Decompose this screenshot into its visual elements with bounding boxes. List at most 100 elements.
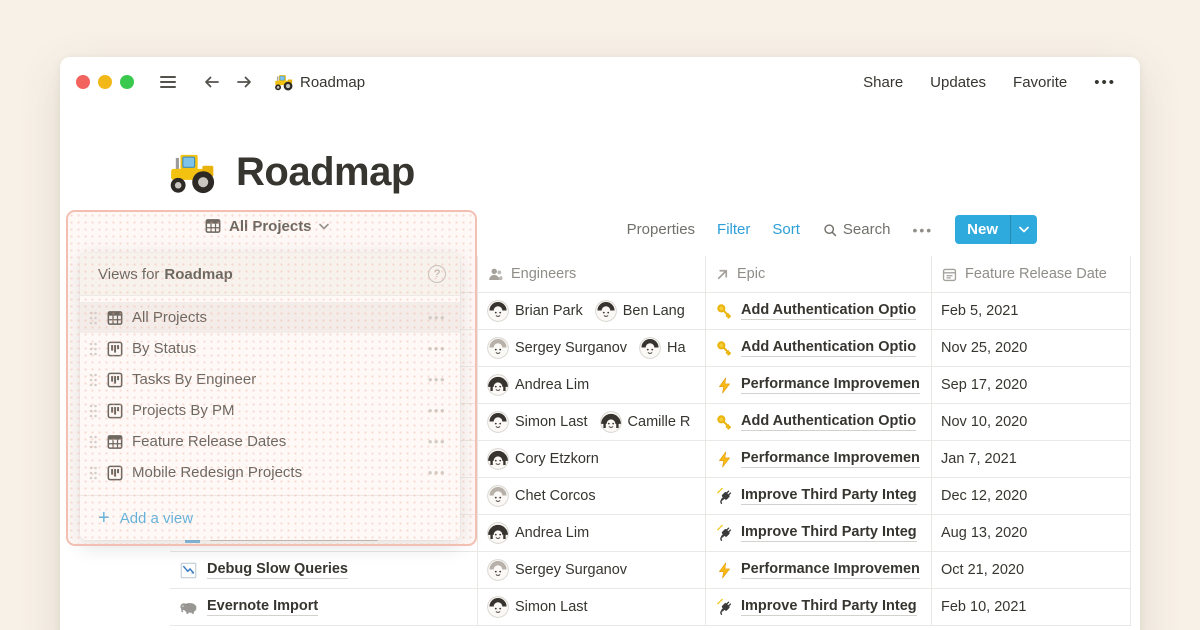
back-button[interactable] — [200, 70, 224, 94]
engineer-chip[interactable]: Cory Etzkorn — [487, 448, 599, 470]
date-cell[interactable]: Sep 17, 2020 — [931, 367, 1131, 403]
epic-cell[interactable]: Improve Third Party Integ — [705, 515, 931, 551]
sort-button[interactable]: Sort — [772, 221, 800, 238]
epic-cell[interactable]: Performance Improvemen — [705, 552, 931, 588]
help-icon[interactable]: ? — [428, 265, 446, 283]
date-cell[interactable]: Dec 12, 2020 — [931, 478, 1131, 514]
view-item-by-status[interactable]: By Status ••• — [80, 333, 460, 364]
new-button-label: New — [955, 215, 1010, 244]
engineer-chip[interactable]: Simon Last — [487, 596, 588, 618]
epic-cell[interactable]: Add Authentication Optio — [705, 330, 931, 366]
view-item-more-button[interactable]: ••• — [428, 465, 446, 480]
engineers-cell[interactable]: Sergey Surganov Ha — [477, 330, 705, 366]
page-link[interactable]: Evernote Import — [179, 598, 318, 617]
view-item-more-button[interactable]: ••• — [428, 372, 446, 387]
epic-cell[interactable]: Add Authentication Optio — [705, 404, 931, 440]
search-button[interactable]: Search — [822, 221, 891, 238]
engineers-cell[interactable]: Cory Etzkorn — [477, 441, 705, 477]
epic-cell[interactable]: Performance Improvemen — [705, 441, 931, 477]
engineer-chip[interactable]: Andrea Lim — [487, 374, 589, 396]
task-name-cell[interactable]: Debug Slow Queries — [170, 552, 477, 588]
epic-link[interactable]: Performance Improvemen — [741, 450, 920, 468]
engineers-cell[interactable]: Simon Last — [477, 589, 705, 625]
engineer-chip[interactable]: Chet Corcos — [487, 485, 596, 507]
page-link[interactable]: Debug Slow Queries — [179, 561, 348, 580]
engineers-cell[interactable]: Chet Corcos — [477, 478, 705, 514]
view-selector-button[interactable]: All Projects — [204, 217, 329, 235]
drag-handle-icon[interactable] — [88, 403, 98, 419]
date-cell[interactable]: Feb 10, 2021 — [931, 589, 1131, 625]
drag-handle-icon[interactable] — [88, 434, 98, 450]
view-item-tasks-by-engineer[interactable]: Tasks By Engineer ••• — [80, 364, 460, 395]
date-column-header[interactable]: Feature Release Date — [931, 256, 1131, 292]
add-view-button[interactable]: + Add a view — [80, 496, 460, 540]
toolbar-more-button[interactable]: ••• — [912, 222, 933, 238]
date-cell[interactable]: Nov 10, 2020 — [931, 404, 1131, 440]
view-item-mobile-redesign-projects[interactable]: Mobile Redesign Projects ••• — [80, 457, 460, 488]
views-list: All Projects ••• By Status ••• Tasks By … — [80, 296, 460, 490]
engineers-cell[interactable]: Andrea Lim — [477, 515, 705, 551]
epic-link[interactable]: Improve Third Party Integ — [741, 487, 917, 505]
drag-handle-icon[interactable] — [88, 310, 98, 326]
view-item-more-button[interactable]: ••• — [428, 310, 446, 325]
epic-column-header[interactable]: Epic — [705, 256, 931, 292]
engineers-cell[interactable]: Simon Last Camille R — [477, 404, 705, 440]
date-cell[interactable]: Oct 21, 2020 — [931, 552, 1131, 588]
new-button[interactable]: New — [955, 215, 1037, 244]
engineer-chip[interactable]: Camille R — [600, 411, 691, 433]
page-link-label: Debug Slow Queries — [207, 561, 348, 579]
engineers-column-header[interactable]: Engineers — [477, 256, 705, 292]
epic-link[interactable]: Add Authentication Optio — [741, 302, 916, 320]
page-header: Roadmap — [60, 107, 1140, 203]
engineer-chip[interactable]: Sergey Surganov — [487, 337, 627, 359]
zoom-window-button[interactable] — [120, 75, 134, 89]
view-item-projects-by-pm[interactable]: Projects By PM ••• — [80, 395, 460, 426]
view-item-all-projects[interactable]: All Projects ••• — [80, 302, 460, 333]
engineer-chip[interactable]: Sergey Surganov — [487, 559, 627, 581]
epic-link[interactable]: Improve Third Party Integ — [741, 524, 917, 542]
engineers-cell[interactable]: Sergey Surganov — [477, 552, 705, 588]
date-cell[interactable]: Feb 5, 2021 — [931, 293, 1131, 329]
properties-button[interactable]: Properties — [627, 221, 695, 238]
filter-button[interactable]: Filter — [717, 221, 750, 238]
sidebar-menu-icon[interactable] — [156, 70, 180, 94]
date-cell[interactable]: Jan 7, 2021 — [931, 441, 1131, 477]
close-window-button[interactable] — [76, 75, 90, 89]
updates-button[interactable]: Updates — [930, 74, 986, 91]
drag-handle-icon[interactable] — [88, 372, 98, 388]
drag-handle-icon[interactable] — [88, 341, 98, 357]
drag-handle-icon[interactable] — [88, 465, 98, 481]
date-cell[interactable]: Nov 25, 2020 — [931, 330, 1131, 366]
engineer-chip[interactable]: Brian Park — [487, 300, 583, 322]
plus-icon: + — [98, 508, 110, 528]
view-item-label: Projects By PM — [132, 402, 420, 419]
engineers-cell[interactable]: Andrea Lim — [477, 367, 705, 403]
date-cell[interactable]: Aug 13, 2020 — [931, 515, 1131, 551]
epic-cell[interactable]: Add Authentication Optio — [705, 293, 931, 329]
engineer-chip[interactable]: Andrea Lim — [487, 522, 589, 544]
epic-link[interactable]: Add Authentication Optio — [741, 339, 916, 357]
minimize-window-button[interactable] — [98, 75, 112, 89]
favorite-button[interactable]: Favorite — [1013, 74, 1067, 91]
new-dropdown-button[interactable] — [1011, 215, 1037, 244]
engineer-chip[interactable]: Ben Lang — [595, 300, 685, 322]
engineer-chip[interactable]: Ha — [639, 337, 686, 359]
share-button[interactable]: Share — [863, 74, 903, 91]
epic-link[interactable]: Add Authentication Optio — [741, 413, 916, 431]
view-item-more-button[interactable]: ••• — [428, 403, 446, 418]
epic-cell[interactable]: Improve Third Party Integ — [705, 589, 931, 625]
epic-link[interactable]: Improve Third Party Integ — [741, 598, 917, 616]
task-name-cell[interactable]: Evernote Import — [170, 589, 477, 625]
epic-cell[interactable]: Performance Improvemen — [705, 367, 931, 403]
forward-button[interactable] — [232, 70, 256, 94]
epic-cell[interactable]: Improve Third Party Integ — [705, 478, 931, 514]
view-item-more-button[interactable]: ••• — [428, 341, 446, 356]
breadcrumb-page-title[interactable]: Roadmap — [300, 74, 365, 91]
engineers-cell[interactable]: Brian Park Ben Lang — [477, 293, 705, 329]
epic-link[interactable]: Performance Improvemen — [741, 376, 920, 394]
view-item-more-button[interactable]: ••• — [428, 434, 446, 449]
topbar-more-button[interactable]: ••• — [1094, 74, 1116, 91]
epic-link[interactable]: Performance Improvemen — [741, 561, 920, 579]
view-item-feature-release-dates[interactable]: Feature Release Dates ••• — [80, 426, 460, 457]
engineer-chip[interactable]: Simon Last — [487, 411, 588, 433]
